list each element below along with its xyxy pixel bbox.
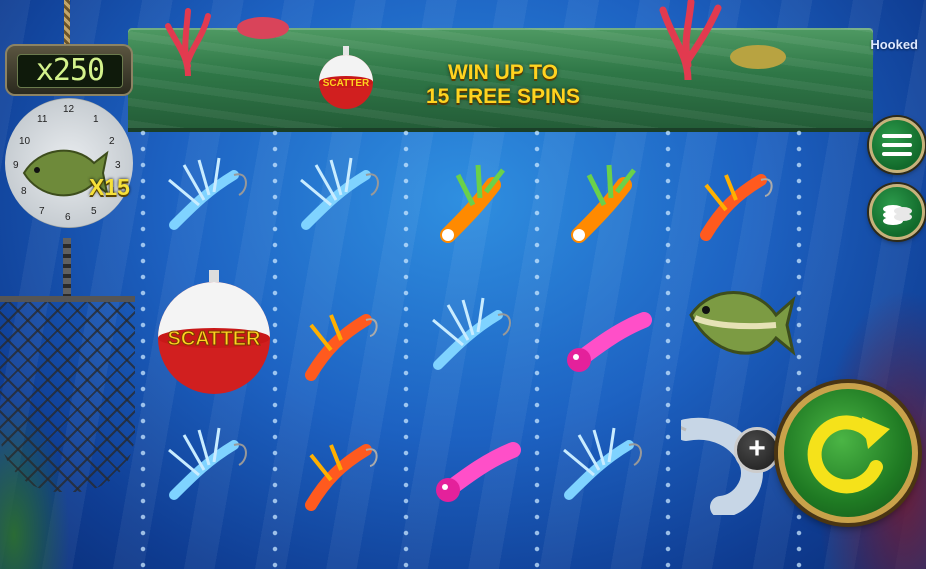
increase-bet-button[interactable]: + — [734, 427, 780, 473]
orange-fly-symbol — [571, 164, 636, 243]
marlin-fish-symbol — [681, 417, 763, 515]
dial-number: 12 — [63, 104, 75, 115]
dial-number: 6 — [65, 212, 71, 223]
blue-fly-symbol — [168, 157, 247, 230]
red-fly-symbol — [305, 444, 378, 511]
menu-button[interactable] — [869, 117, 925, 173]
fish-scale: x250 12 1 2 3 4 5 6 7 8 9 10 11 X15 — [5, 44, 133, 234]
blue-fly-symbol — [432, 297, 511, 370]
coral-decoration — [165, 8, 211, 76]
dial-number: 3 — [115, 160, 121, 171]
scale-dial: 12 1 2 3 4 5 6 7 8 9 10 11 — [5, 98, 133, 228]
spin-arrow-icon — [807, 415, 890, 494]
pink-jig-symbol — [567, 312, 652, 372]
pink-jig-symbol — [436, 442, 521, 502]
max-multiplier-display: x250 — [17, 54, 123, 88]
rope — [64, 0, 70, 46]
spin-button[interactable] — [778, 383, 918, 523]
blue-fly-symbol — [563, 427, 642, 500]
banner-line-1: WIN UP TO — [447, 61, 559, 84]
scale-head: x250 — [5, 44, 133, 96]
orange-fly-symbol — [440, 164, 505, 243]
bobber-text: SCATTER — [323, 78, 370, 89]
reel-divider — [403, 130, 409, 569]
bet-coins-button[interactable] — [869, 184, 925, 240]
dial-number: 9 — [13, 160, 19, 171]
dial-number: 2 — [109, 136, 115, 147]
coral-decoration — [237, 17, 289, 39]
reel-divider — [665, 130, 671, 569]
dial-number: 11 — [37, 114, 48, 125]
blue-fly-symbol — [168, 427, 247, 500]
scatter-bobber-symbol: SCATTER — [158, 270, 270, 394]
chain — [63, 238, 71, 298]
bass-fish-symbol — [689, 291, 796, 356]
red-fly-symbol — [305, 314, 378, 381]
red-fly-symbol — [700, 174, 773, 241]
fishing-net — [0, 296, 135, 492]
reel-divider — [140, 130, 146, 569]
scatter-bobber-icon: SCATTER — [319, 46, 373, 109]
reel-grid: SCATTER — [140, 130, 805, 569]
free-spins-banner-text: WIN UP TO 15 FREE SPINS — [398, 61, 608, 109]
coin-stack-icon — [883, 205, 912, 225]
blue-fly-symbol — [300, 157, 379, 230]
coral-decoration — [659, 0, 722, 80]
banner-line-2: 15 FREE SPINS — [425, 85, 581, 108]
reel-divider — [534, 130, 540, 569]
dial-number: 1 — [93, 114, 99, 125]
hamburger-menu-icon — [882, 134, 912, 161]
win-multiplier-badge: X15 — [89, 174, 130, 200]
game-title: Hooked — [870, 37, 918, 52]
coral-decoration — [730, 45, 786, 69]
top-banner: SCATTER WIN UP TO 15 FREE SPINS — [128, 0, 873, 132]
scatter-text: SCATTER — [168, 328, 262, 350]
